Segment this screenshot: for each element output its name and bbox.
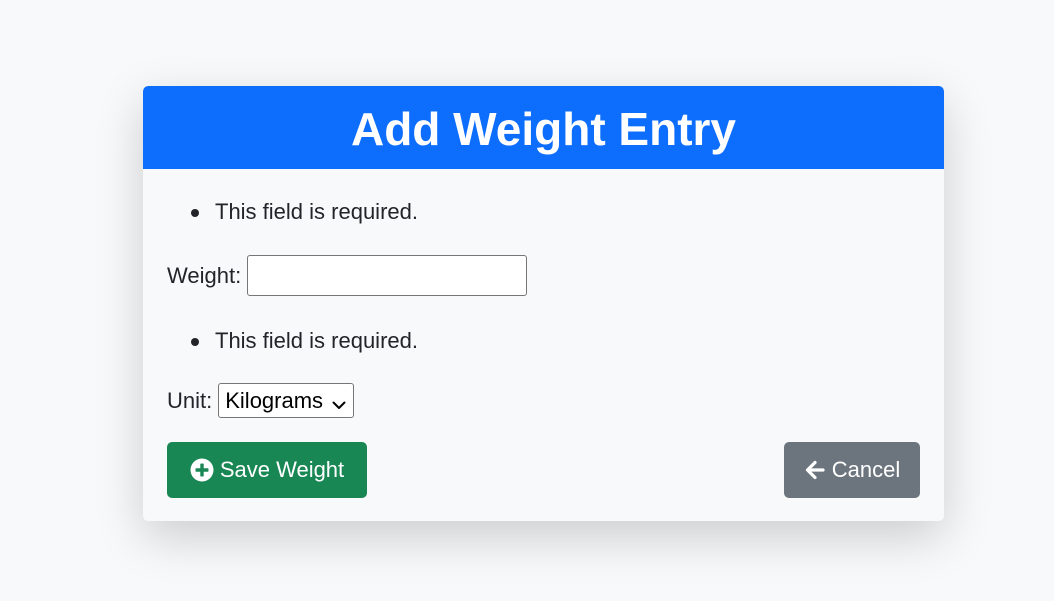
unit-selected-value: Kilograms bbox=[225, 387, 324, 413]
plus-circle-icon bbox=[190, 458, 214, 482]
page-title: Add Weight Entry bbox=[350, 102, 737, 155]
unit-field-row: Unit: Kilograms bbox=[167, 383, 355, 418]
weight-entry-card: Add Weight Entry This field is required.… bbox=[143, 86, 944, 521]
arrow-left-icon bbox=[804, 459, 826, 481]
unit-error-message: This field is required. bbox=[191, 326, 418, 356]
weight-form: This field is required. Weight: This fie… bbox=[143, 169, 944, 521]
weight-error-message: This field is required. bbox=[191, 197, 418, 227]
weight-error-list: This field is required. bbox=[191, 197, 418, 227]
chevron-down-icon bbox=[331, 393, 347, 409]
unit-label: Unit: bbox=[167, 387, 213, 413]
card-header: Add Weight Entry bbox=[143, 86, 944, 169]
save-weight-button[interactable]: Save Weight bbox=[167, 442, 367, 498]
cancel-button-label: Cancel bbox=[831, 457, 901, 482]
cancel-button[interactable]: Cancel bbox=[784, 442, 920, 498]
weight-field-row: Weight: bbox=[167, 253, 528, 298]
unit-select[interactable]: Kilograms bbox=[218, 383, 355, 418]
save-button-label: Save Weight bbox=[219, 457, 345, 482]
unit-error-list: This field is required. bbox=[191, 326, 418, 356]
weight-label: Weight: bbox=[167, 262, 242, 288]
weight-input[interactable] bbox=[247, 255, 528, 296]
